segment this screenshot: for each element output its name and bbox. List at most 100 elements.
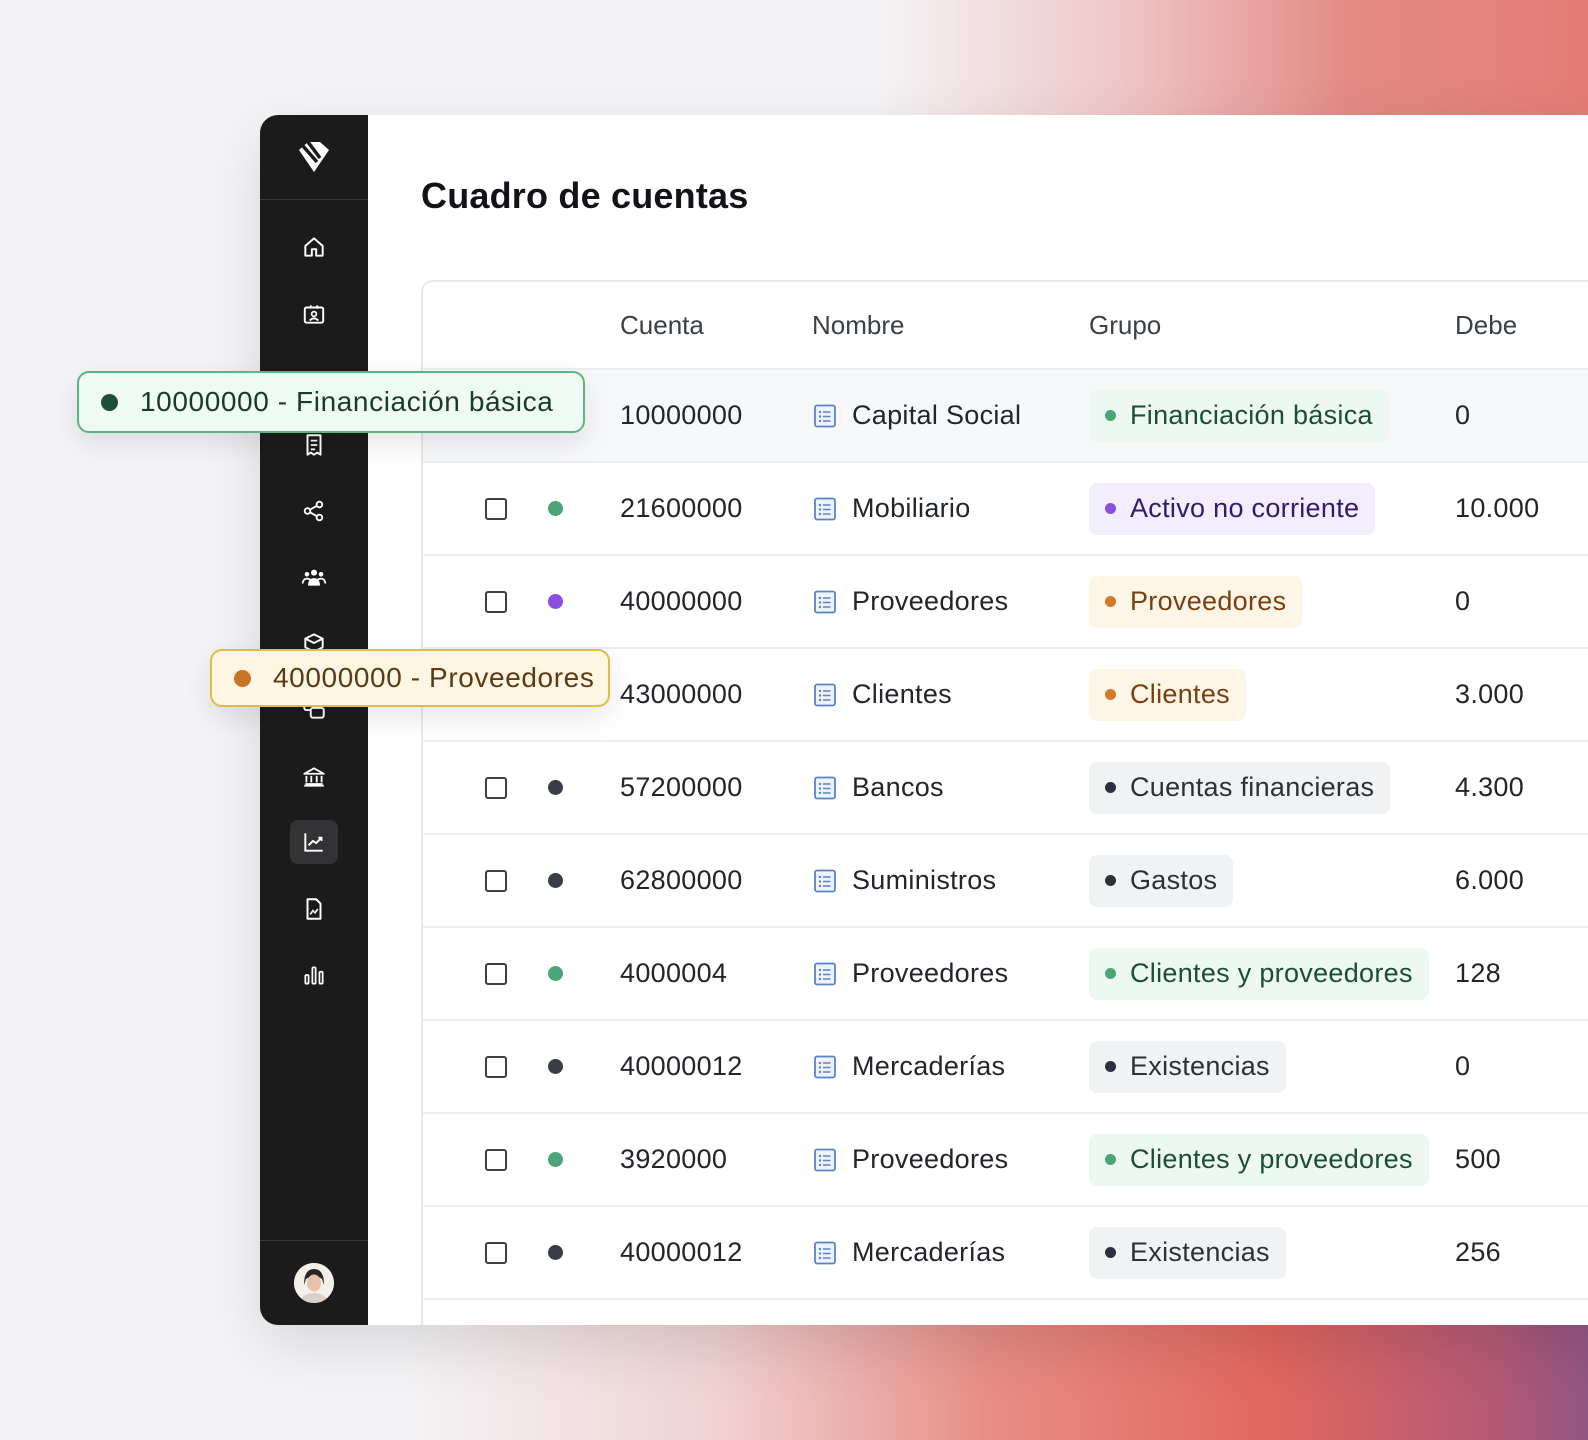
group-badge[interactable]: Cuentas financieras: [1089, 761, 1391, 814]
table-row[interactable]: 62800000 Suministros Gastos 6.000: [423, 835, 1588, 928]
group-dot: [1105, 782, 1116, 793]
row-select-cell: [485, 742, 507, 833]
group-label: Existencias: [1130, 1051, 1270, 1081]
group-badge[interactable]: Clientes: [1089, 668, 1246, 721]
account-name: Mobiliario: [852, 493, 971, 523]
account-name-cell[interactable]: Proveedores: [812, 556, 1008, 647]
table-row[interactable]: 4000004 Proveedores Clientes y proveedores…: [423, 928, 1588, 1021]
account-name-cell[interactable]: Proveedores: [812, 928, 1008, 1019]
account-name-cell[interactable]: Mercaderías: [812, 1207, 1005, 1298]
account-name-cell[interactable]: Proveedores: [812, 1114, 1008, 1205]
sidebar-item-users-group-icon[interactable]: [290, 555, 338, 599]
main-content: Cuadro de cuentas Cuenta Nombre Grupo De…: [368, 115, 1588, 1325]
chart-trend-icon: [304, 833, 323, 852]
sidebar-item-bar-chart-icon[interactable]: [290, 953, 338, 997]
diamond-logo-icon[interactable]: [260, 115, 368, 200]
group-badge[interactable]: Gastos: [1089, 854, 1234, 907]
account-name-cell[interactable]: Clientes: [812, 649, 952, 740]
row-select-cell: [485, 556, 507, 647]
contact-card-icon: [303, 305, 325, 324]
account-name: Proveedores: [852, 586, 1009, 616]
row-select-cell: [485, 1207, 507, 1298]
status-cell: [548, 928, 563, 1019]
group-badge[interactable]: Clientes y proveedores: [1089, 1133, 1429, 1186]
sidebar-item-chart-trend-icon[interactable]: [290, 820, 338, 864]
group-label: Gastos: [1130, 865, 1218, 895]
account-name-cell[interactable]: Bancos: [812, 742, 944, 833]
account-number: 40000012: [620, 1237, 743, 1267]
tooltip-text: 10000000 - Financiación básica: [140, 386, 554, 417]
row-checkbox[interactable]: [485, 497, 507, 520]
status-dot: [548, 1152, 563, 1167]
row-checkbox[interactable]: [485, 962, 507, 985]
row-checkbox[interactable]: [485, 869, 507, 892]
account-name: Clientes: [852, 679, 952, 709]
debe-value: 256: [1455, 1237, 1501, 1267]
column-header-cuenta[interactable]: Cuenta: [620, 310, 704, 341]
sidebar-item-contact-card-icon[interactable]: [290, 292, 338, 336]
table-row[interactable]: 40000012 Mercaderías Existencias 0: [423, 1021, 1588, 1114]
sidebar-item-bank-icon[interactable]: [290, 755, 338, 799]
account-name-cell[interactable]: Capital Social: [812, 370, 1021, 461]
account-name: Suministros: [852, 865, 997, 895]
group-label: Cuentas financieras: [1130, 772, 1375, 802]
user-avatar-icon[interactable]: [294, 1263, 334, 1303]
sidebar: [260, 115, 368, 1325]
group-dot: [1105, 968, 1116, 979]
column-header-grupo[interactable]: Grupo: [1089, 310, 1161, 341]
row-checkbox[interactable]: [485, 776, 507, 799]
sidebar-item-home-icon[interactable]: [290, 225, 338, 269]
group-badge[interactable]: Financiación básica: [1089, 389, 1389, 442]
status-dot: [548, 780, 563, 795]
row-checkbox[interactable]: [485, 1148, 507, 1171]
status-dot: [548, 873, 563, 888]
group-badge[interactable]: Proveedores: [1089, 575, 1303, 628]
group-dot: [1105, 503, 1116, 514]
account-name-cell[interactable]: Mobiliario: [812, 463, 971, 554]
sidebar-item-share-nodes-icon[interactable]: [290, 489, 338, 533]
table-row[interactable]: 3920000 Proveedores Clientes y proveedores…: [423, 1114, 1588, 1207]
row-checkbox[interactable]: [485, 590, 507, 613]
users-group-icon: [301, 569, 327, 586]
account-name-cell[interactable]: Mercaderías: [812, 1021, 1005, 1112]
document-list-icon: [814, 869, 836, 892]
account-number: 4000004: [620, 958, 728, 988]
table-row[interactable]: 40000000 Proveedores Proveedores 0: [423, 556, 1588, 649]
debe-value: 0: [1455, 1051, 1471, 1081]
group-badge[interactable]: Existencias: [1089, 1040, 1286, 1093]
column-header-nombre[interactable]: Nombre: [812, 310, 904, 341]
account-name: Mercaderías: [852, 1051, 1006, 1081]
page-title: Cuadro de cuentas: [421, 175, 749, 216]
status-cell: [548, 1114, 563, 1205]
debe-value: 0: [1455, 586, 1471, 616]
tooltip-dot: [234, 669, 251, 687]
status-dot: [548, 501, 563, 516]
group-badge[interactable]: Clientes y proveedores: [1089, 947, 1429, 1000]
table-row[interactable]: 10000000 Capital Social Financiación básic…: [423, 370, 1588, 463]
table-row[interactable]: 57200000 Bancos Cuentas financieras 4.300: [423, 742, 1588, 835]
account-number: 40000012: [620, 1051, 743, 1081]
account-name: Capital Social: [852, 400, 1022, 430]
debe-value: 6.000: [1455, 865, 1525, 895]
group-label: Financiación básica: [1130, 400, 1373, 430]
group-badge[interactable]: Activo no corriente: [1089, 482, 1376, 535]
account-number: 62800000: [620, 865, 743, 895]
document-list-icon: [814, 683, 836, 706]
table-row[interactable]: 40000012 Mercaderías Existencias 256: [423, 1207, 1588, 1300]
row-checkbox[interactable]: [485, 1055, 507, 1078]
app-window: Cuadro de cuentas Cuenta Nombre Grupo De…: [260, 115, 1588, 1325]
group-badge[interactable]: Existencias: [1089, 1226, 1286, 1279]
column-header-debe[interactable]: Debe: [1455, 310, 1517, 341]
table-row[interactable]: 21600000 Mobiliario Activo no corriente 10.…: [423, 463, 1588, 556]
document-list-icon: [814, 776, 836, 799]
account-name-cell[interactable]: Suministros: [812, 835, 996, 926]
status-dot: [548, 1245, 563, 1260]
status-dot: [548, 1059, 563, 1074]
document-list-icon: [814, 404, 836, 427]
row-checkbox[interactable]: [485, 1241, 507, 1264]
accounts-table: Cuenta Nombre Grupo Debe 10000000 Capital…: [421, 280, 1588, 1325]
account-number: 43000000: [620, 679, 743, 709]
debe-value: 0: [1455, 400, 1471, 430]
document-list-icon: [814, 1055, 836, 1078]
sidebar-item-document-chart-icon[interactable]: [290, 887, 338, 931]
